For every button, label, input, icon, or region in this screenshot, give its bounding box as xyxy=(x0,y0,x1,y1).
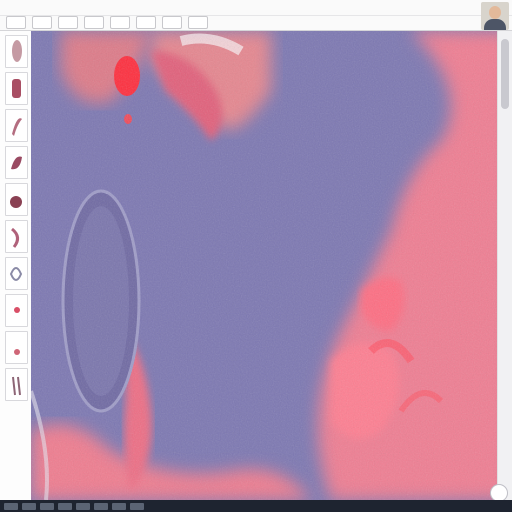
viewer-scrollbar[interactable] xyxy=(497,31,512,500)
tissue-thumbnail-icon xyxy=(10,196,22,208)
slide-viewer-app xyxy=(0,0,512,512)
taskbar-app-icon[interactable] xyxy=(112,502,126,510)
toolbar-button[interactable] xyxy=(58,16,78,29)
slide-thumbnail[interactable] xyxy=(5,35,28,68)
webcam-overlay xyxy=(481,2,509,30)
presenter-face xyxy=(489,6,501,19)
tissue-thumbnail-icon xyxy=(9,267,23,281)
presenter-shoulders xyxy=(484,19,506,30)
tissue-thumbnail-icon xyxy=(12,79,21,98)
taskbar-app-icon[interactable] xyxy=(94,502,108,510)
scrollbar-handle[interactable] xyxy=(501,39,509,109)
toolbar-button[interactable] xyxy=(6,16,26,29)
toolbar-button[interactable] xyxy=(84,16,104,29)
tissue-thumbnail-icon xyxy=(14,307,20,313)
toolbar-button[interactable] xyxy=(110,16,130,29)
slide-thumbnail[interactable] xyxy=(5,331,28,364)
slide-thumbnail-strip xyxy=(0,31,32,500)
title-bar xyxy=(0,0,512,31)
taskbar-app-icon[interactable] xyxy=(130,502,144,510)
tissue-thumbnail-icon xyxy=(14,349,20,355)
toolbar-button[interactable] xyxy=(188,16,208,29)
slide-thumbnail[interactable] xyxy=(5,220,28,253)
slide-thumbnail[interactable] xyxy=(5,183,28,216)
histology-slide-image xyxy=(31,31,512,500)
taskbar-app-icon[interactable] xyxy=(22,502,36,510)
toolbar xyxy=(0,16,208,30)
os-taskbar xyxy=(0,500,512,512)
tissue-thumbnail-icon xyxy=(12,376,21,396)
slide-thumbnail[interactable] xyxy=(5,109,28,142)
slide-viewport[interactable] xyxy=(31,31,512,500)
tissue-thumbnail-icon xyxy=(11,227,19,248)
taskbar-app-icon[interactable] xyxy=(40,502,54,510)
toolbar-button[interactable] xyxy=(32,16,52,29)
tissue-thumbnail-icon xyxy=(11,156,22,170)
taskbar-app-icon[interactable] xyxy=(76,502,90,510)
taskbar-app-icon[interactable] xyxy=(4,502,18,510)
tissue-thumbnail-icon xyxy=(12,40,22,62)
slide-thumbnail[interactable] xyxy=(5,72,28,105)
slide-thumbnail[interactable] xyxy=(5,257,28,290)
slide-thumbnail[interactable] xyxy=(5,368,28,401)
taskbar-app-icon[interactable] xyxy=(58,502,72,510)
tissue-thumbnail-icon xyxy=(12,118,22,136)
toolbar-button[interactable] xyxy=(162,16,182,29)
toolbar-button[interactable] xyxy=(136,16,156,29)
slide-thumbnail[interactable] xyxy=(5,146,28,179)
slide-thumbnail[interactable] xyxy=(5,294,28,327)
